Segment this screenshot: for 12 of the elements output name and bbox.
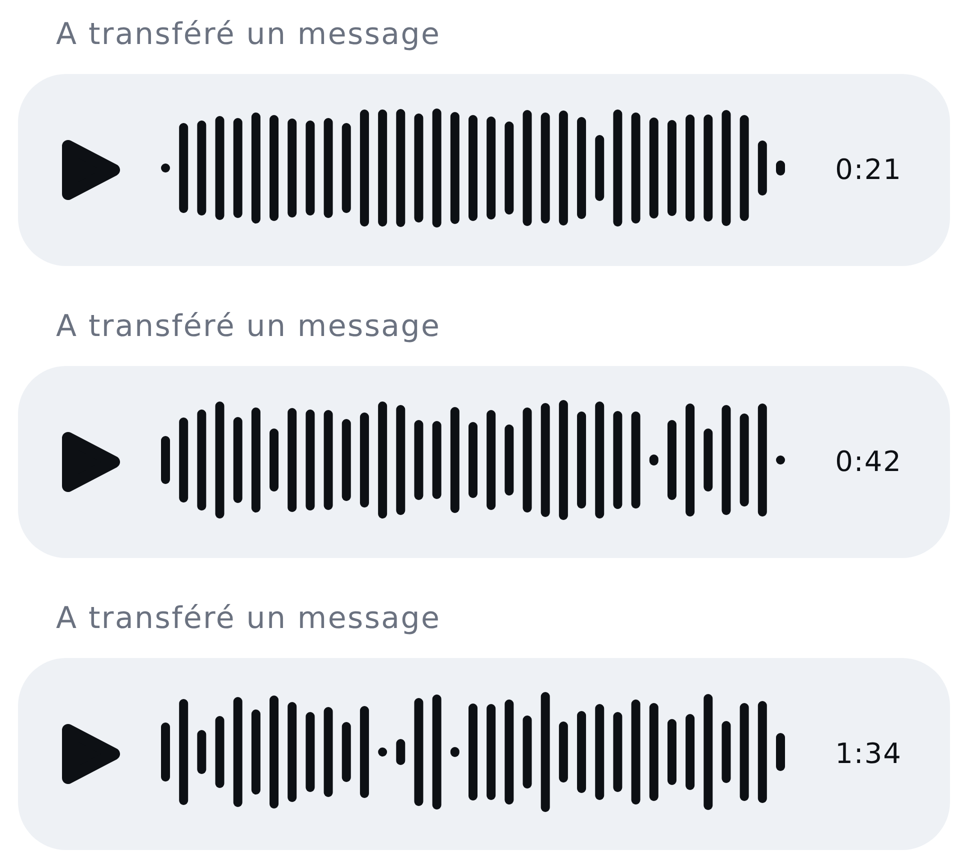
play-button[interactable] — [62, 432, 120, 492]
play-icon — [62, 140, 120, 200]
duration-text: 1:34 — [835, 737, 902, 771]
forwarded-label: A transféré un message — [56, 308, 441, 346]
play-icon — [62, 432, 120, 492]
play-icon — [62, 724, 120, 784]
play-button[interactable] — [62, 724, 120, 784]
duration-text: 0:42 — [835, 445, 902, 479]
duration-text: 0:21 — [835, 153, 902, 187]
forwarded-label: A transféré un message — [56, 600, 441, 638]
play-button[interactable] — [62, 140, 120, 200]
forwarded-label: A transféré un message — [56, 16, 441, 54]
